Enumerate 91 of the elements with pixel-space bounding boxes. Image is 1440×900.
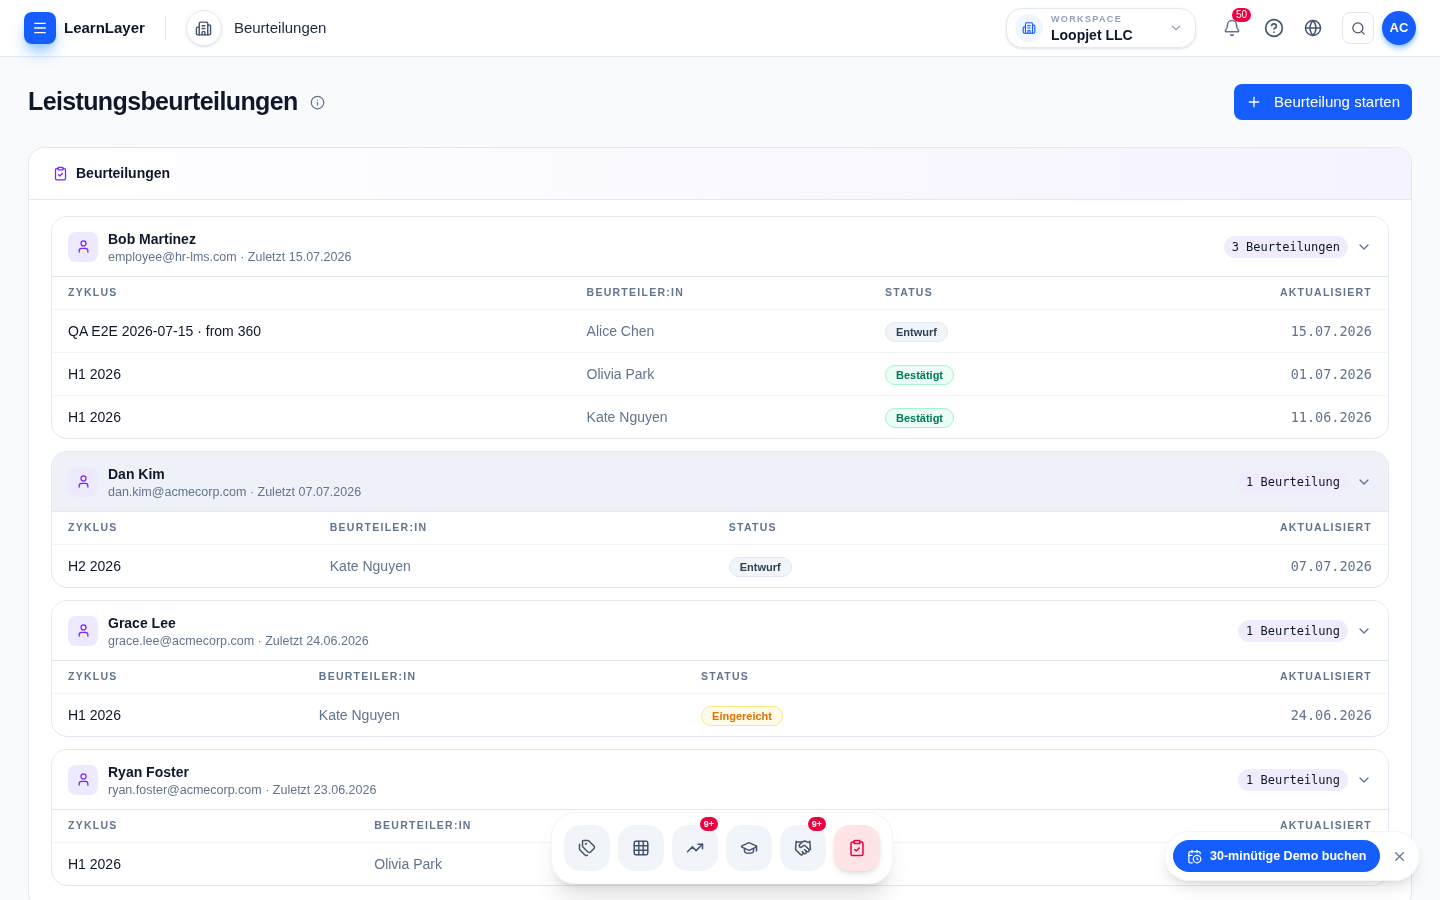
- user-avatar[interactable]: AC: [1382, 11, 1416, 45]
- handshake-icon: [794, 839, 812, 857]
- column-header: ZYKLUS: [68, 520, 118, 533]
- updated-date: 15.07.2026: [1290, 322, 1372, 339]
- status-badge: Bestätigt: [884, 364, 955, 385]
- column-header: AKTUALISIERT: [1279, 669, 1372, 682]
- reviewer-cell: Kate Nguyen: [329, 557, 411, 574]
- search-icon: [1350, 20, 1366, 36]
- employee-meta: dan.kim@acmecorp.com · Zuletzt 07.07.2026: [108, 483, 362, 500]
- cycle-cell: H1 2026: [68, 408, 121, 425]
- dock-button[interactable]: [618, 825, 664, 871]
- notification-count: 50: [1232, 8, 1252, 22]
- help-icon[interactable]: [1264, 18, 1284, 38]
- cycle-cell: H1 2026: [68, 706, 121, 723]
- search-button[interactable]: [1342, 12, 1374, 44]
- employee-header[interactable]: Grace Lee grace.lee@acmecorp.com · Zuletzt 24.06.2026 1 Beurteilung: [52, 601, 1388, 661]
- column-header: STATUS: [728, 520, 777, 533]
- start-review-button[interactable]: Beurteilung starten: [1234, 84, 1412, 120]
- brand-name: LearnLayer: [64, 17, 145, 38]
- dock-badge: 9+: [699, 817, 718, 831]
- grid-icon: [632, 839, 650, 857]
- dock-button[interactable]: [780, 825, 826, 871]
- avatar-icon: [68, 764, 98, 795]
- column-header: BEURTEILER:IN: [586, 285, 685, 298]
- clipboard-check-icon: [53, 166, 68, 181]
- updated-date: 11.06.2026: [1290, 408, 1372, 425]
- column-header: STATUS: [701, 669, 750, 682]
- employee-name: Bob Martinez: [108, 229, 197, 249]
- status-badge: Eingereicht: [701, 705, 783, 727]
- employee-header[interactable]: Ryan Foster ryan.foster@acmecorp.com · Zuletzt 23.06.2026 1 Beurteilung: [52, 750, 1388, 810]
- calendar-clock-icon: [1187, 848, 1202, 864]
- workspace-name: Loopjet LLC: [1051, 27, 1133, 42]
- cycle-cell: H2 2026: [68, 557, 121, 574]
- column-header: ZYKLUS: [68, 285, 118, 298]
- workspace-switcher[interactable]: WORKSPACE Loopjet LLC: [1006, 8, 1196, 48]
- avatar-icon: [68, 231, 98, 262]
- column-header: AKTUALISIERT: [1279, 818, 1372, 831]
- cycle-cell: H1 2026: [68, 365, 121, 382]
- dock-button[interactable]: [564, 825, 610, 871]
- dock-badge: 9+: [807, 817, 826, 831]
- employee-meta: grace.lee@acmecorp.com · Zuletzt 24.06.2026: [108, 632, 369, 649]
- reviewer-cell: Olivia Park: [374, 855, 442, 872]
- dock-button[interactable]: [672, 825, 718, 871]
- status-badge: Bestätigt: [884, 407, 955, 429]
- column-header: ZYKLUS: [68, 669, 118, 682]
- employee-header[interactable]: Dan Kim dan.kim@acmecorp.com · Zuletzt 07.07.2026 1 Beurteilung: [52, 452, 1388, 512]
- employee-meta: ryan.foster@acmecorp.com · Zuletzt 23.06.2026: [108, 781, 377, 798]
- bell-icon: [1223, 19, 1241, 37]
- dock-button[interactable]: [726, 825, 772, 871]
- language-icon[interactable]: [1304, 19, 1322, 37]
- panel-title: Beurteilungen: [76, 164, 171, 183]
- review-count: 1 Beurteilung: [1238, 619, 1348, 642]
- avatar-icon: [68, 466, 98, 497]
- cycle-cell: H1 2026: [68, 855, 121, 872]
- reviewer-cell: Olivia Park: [586, 365, 655, 382]
- info-icon[interactable]: [309, 94, 325, 110]
- updated-date: 01.07.2026: [1290, 365, 1372, 382]
- cycle-cell: QA E2E 2026-07-15 · from 360: [68, 322, 261, 339]
- book-demo-button[interactable]: 30-minütige Demo buchen: [1173, 840, 1381, 872]
- logo-icon[interactable]: [24, 12, 56, 44]
- tags-icon: [578, 839, 596, 857]
- column-header: BEURTEILER:IN: [329, 520, 428, 533]
- dock-button[interactable]: [834, 825, 880, 871]
- employee-name: Dan Kim: [108, 464, 166, 484]
- review-count: 1 Beurteilung: [1238, 470, 1348, 493]
- avatar-icon: [68, 615, 98, 646]
- employee-name: Grace Lee: [108, 613, 177, 633]
- workspace-label: WORKSPACE: [1051, 14, 1123, 24]
- column-header: AKTUALISIERT: [1279, 285, 1372, 298]
- column-header: BEURTEILER:IN: [374, 818, 472, 831]
- status-badge: Entwurf: [884, 321, 948, 342]
- building-icon: [1015, 14, 1043, 42]
- breadcrumb: Beurteilungen: [233, 17, 327, 38]
- reviewer-cell: Alice Chen: [586, 322, 655, 339]
- review-count: 1 Beurteilung: [1238, 768, 1348, 791]
- status-badge: Entwurf: [728, 556, 792, 578]
- updated-date: 24.06.2026: [1290, 706, 1372, 723]
- graduation-cap-icon: [740, 839, 758, 857]
- column-header: ZYKLUS: [68, 818, 118, 831]
- employee-name: Ryan Foster: [108, 762, 190, 782]
- employee-header[interactable]: Bob Martinez employee@hr-lms.com · Zuletzt 15.07.2026 3 Beurteilungen: [52, 217, 1388, 277]
- employee-meta: employee@hr-lms.com · Zuletzt 15.07.2026: [108, 248, 352, 265]
- updated-date: 07.07.2026: [1290, 557, 1372, 574]
- reviewer-cell: Kate Nguyen: [318, 706, 400, 723]
- page-title: Leistungsbeurteilungen: [28, 86, 298, 118]
- reviewer-cell: Kate Nguyen: [586, 408, 668, 425]
- column-header: AKTUALISIERT: [1279, 520, 1372, 533]
- review-count: 3 Beurteilungen: [1223, 235, 1348, 258]
- column-header: STATUS: [884, 285, 933, 298]
- clipboard-check-icon: [848, 839, 866, 857]
- column-header: BEURTEILER:IN: [318, 669, 417, 682]
